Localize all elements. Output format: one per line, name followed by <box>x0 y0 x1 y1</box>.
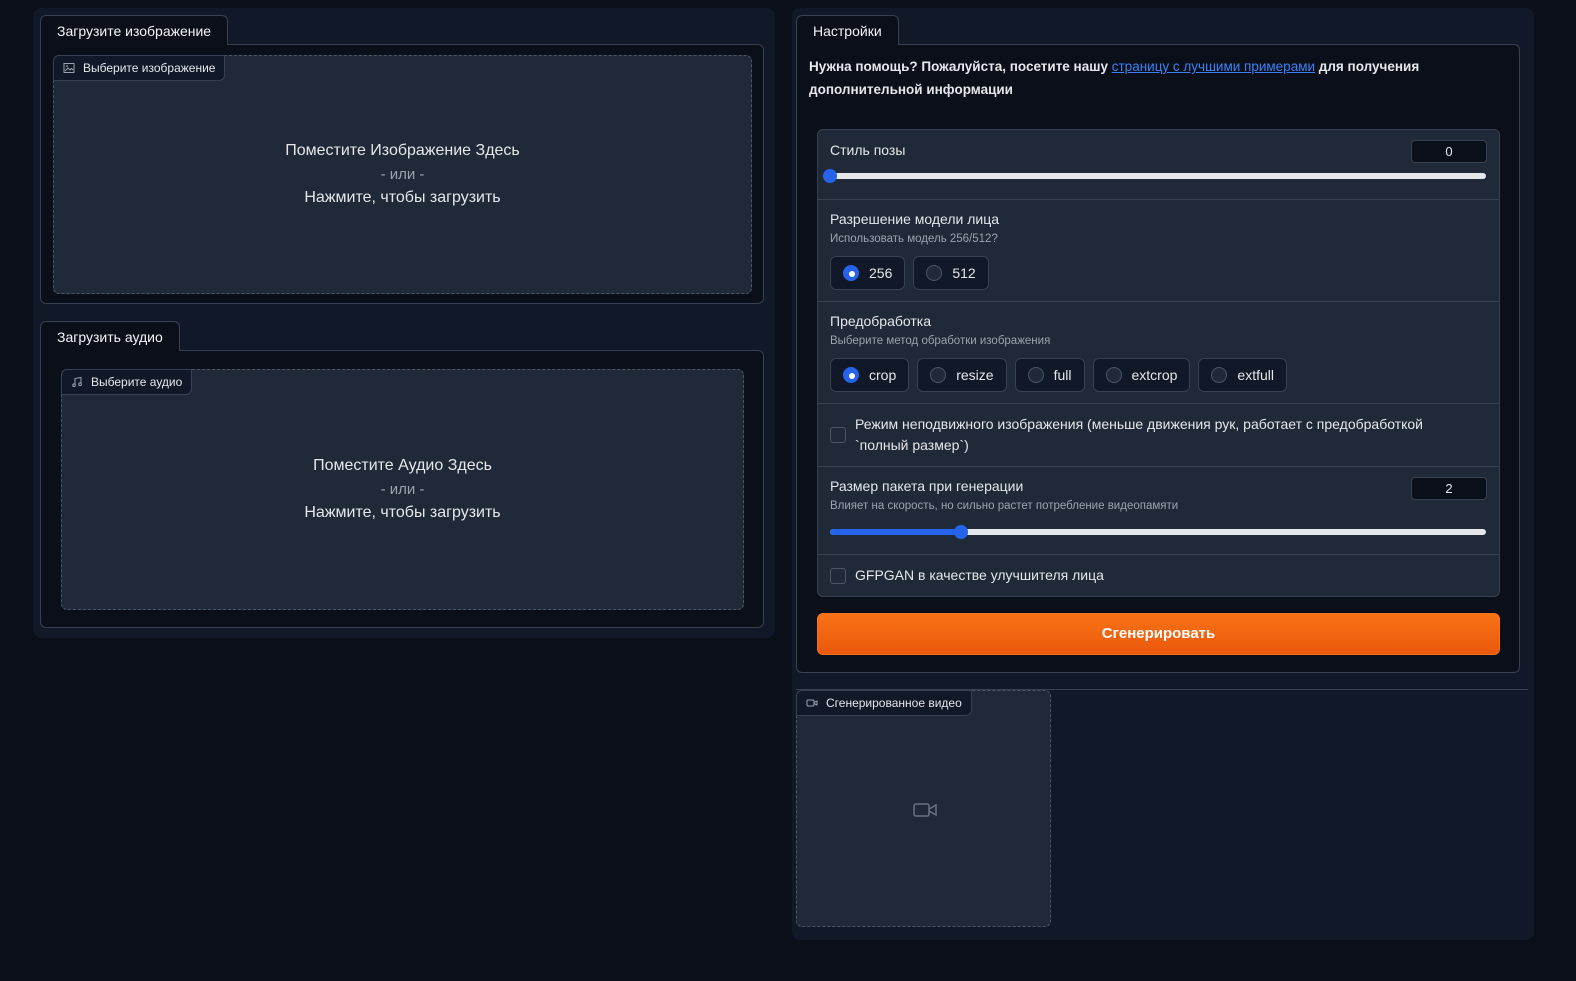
radio-dot <box>1105 367 1122 383</box>
pose-style-block: Стиль позы 0 <box>818 130 1499 200</box>
image-dropzone[interactable]: Выберите изображение Поместите Изображен… <box>53 55 752 294</box>
face-model-label: Разрешение модели лица <box>830 211 1000 227</box>
image-chip-label: Выберите изображение <box>83 61 216 75</box>
left-column: Загрузите изображение Выберите изображен… <box>33 8 775 638</box>
image-click-text: Нажмите, чтобы загрузить <box>304 189 501 206</box>
gfpgan-block: GFPGAN в качестве улучшителя лица <box>818 555 1499 596</box>
radio-512[interactable]: 512 <box>913 256 989 290</box>
face-model-block: Разрешение модели лица Использовать моде… <box>818 200 1499 302</box>
batch-size-thumb[interactable] <box>954 525 969 539</box>
radio-label: extcrop <box>1131 367 1178 383</box>
still-mode-checkbox[interactable] <box>830 427 846 443</box>
radio-dot <box>843 265 859 281</box>
preprocess-radios: crop resize full extcrop extfull <box>830 358 1287 392</box>
audio-click-text: Нажмите, чтобы загрузить <box>304 504 501 521</box>
tab-settings[interactable]: Настройки <box>796 15 899 45</box>
help-prefix: Нужна помощь? Пожалуйста, посетите нашу <box>809 59 1112 74</box>
pose-style-label: Стиль позы <box>830 142 906 158</box>
best-practices-link[interactable]: страницу с лучшими примерами <box>1112 59 1315 74</box>
gfpgan-row[interactable]: GFPGAN в качестве улучшителя лица <box>830 565 1104 586</box>
image-or-text: - или - <box>380 166 425 183</box>
video-placeholder-icon <box>913 803 937 817</box>
radio-dot <box>926 265 943 281</box>
radio-256[interactable]: 256 <box>830 256 906 290</box>
settings-form: Стиль позы 0 Разрешение модели лица Испо… <box>817 129 1500 597</box>
still-mode-label: Режим неподвижного изображения (меньше д… <box>855 416 1423 453</box>
video-camera-icon <box>806 699 818 707</box>
radio-full[interactable]: full <box>1014 358 1085 392</box>
radio-label: resize <box>956 367 994 383</box>
radio-label: full <box>1053 367 1072 383</box>
radio-label: extfull <box>1237 367 1274 383</box>
pose-style-number[interactable]: 0 <box>1411 140 1487 163</box>
music-note-icon <box>72 376 82 387</box>
audio-drop-text: Поместите Аудио Здесь <box>313 457 492 474</box>
radio-dot <box>1211 367 1228 383</box>
face-model-info: Использовать модель 256/512? <box>830 233 998 245</box>
radio-crop[interactable]: crop <box>830 358 910 392</box>
radio-extfull[interactable]: extfull <box>1198 358 1287 392</box>
audio-label-chip: Выберите аудио <box>61 369 193 395</box>
help-text: Нужна помощь? Пожалуйста, посетите нашу … <box>809 55 1499 101</box>
generated-video-box: Сгенерированное видео <box>796 690 1051 927</box>
generate-button[interactable]: Сгенерировать <box>817 613 1500 655</box>
video-label-chip: Сгенерированное видео <box>796 690 972 716</box>
radio-label: crop <box>869 367 897 383</box>
preprocess-label: Предобработка <box>830 313 932 329</box>
radio-dot <box>1027 367 1044 383</box>
image-drop-text: Поместите Изображение Здесь <box>285 142 520 159</box>
batch-size-number[interactable]: 2 <box>1411 477 1487 500</box>
tab-upload-image[interactable]: Загрузите изображение <box>40 15 229 45</box>
radio-dot <box>843 367 859 383</box>
audio-or-text: - или - <box>380 481 425 498</box>
batch-size-fill <box>830 529 962 535</box>
image-label-chip: Выберите изображение <box>53 55 226 81</box>
audio-dropzone[interactable]: Выберите аудио Поместите Аудио Здесь - и… <box>61 369 744 610</box>
audio-chip-label: Выберите аудио <box>91 375 183 389</box>
still-mode-row[interactable]: Режим неподвижного изображения (меньше д… <box>830 414 1470 456</box>
image-icon <box>63 63 75 73</box>
right-column: Настройки Нужна помощь? Пожалуйста, посе… <box>792 8 1534 940</box>
radio-extcrop[interactable]: extcrop <box>1092 358 1191 392</box>
still-mode-block: Режим неподвижного изображения (меньше д… <box>818 404 1499 467</box>
face-model-radios: 256 512 <box>830 256 989 290</box>
batch-size-info: Влияет на скорость, но сильно растет пот… <box>830 500 1179 512</box>
radio-resize[interactable]: resize <box>917 358 1007 392</box>
preprocess-info: Выберите метод обработки изображения <box>830 335 1051 347</box>
pose-style-slider[interactable] <box>823 169 1486 183</box>
pose-style-thumb[interactable] <box>823 169 837 183</box>
tab-upload-audio[interactable]: Загрузить аудио <box>40 321 180 351</box>
gfpgan-checkbox[interactable] <box>830 567 846 584</box>
radio-dot <box>930 367 947 383</box>
radio-label: 256 <box>869 265 893 281</box>
image-upload-panel: Выберите изображение Поместите Изображен… <box>40 44 764 304</box>
radio-label: 512 <box>952 265 976 281</box>
batch-size-slider[interactable] <box>830 525 1486 539</box>
video-chip-label: Сгенерированное видео <box>826 696 962 710</box>
gfpgan-label: GFPGAN в качестве улучшителя лица <box>855 567 1104 583</box>
preprocess-block: Предобработка Выберите метод обработки и… <box>818 302 1499 404</box>
audio-upload-panel: Выберите аудио Поместите Аудио Здесь - и… <box>40 350 764 628</box>
batch-size-label: Размер пакета при генерации <box>830 478 1024 494</box>
batch-size-block: Размер пакета при генерации Влияет на ск… <box>818 467 1499 555</box>
